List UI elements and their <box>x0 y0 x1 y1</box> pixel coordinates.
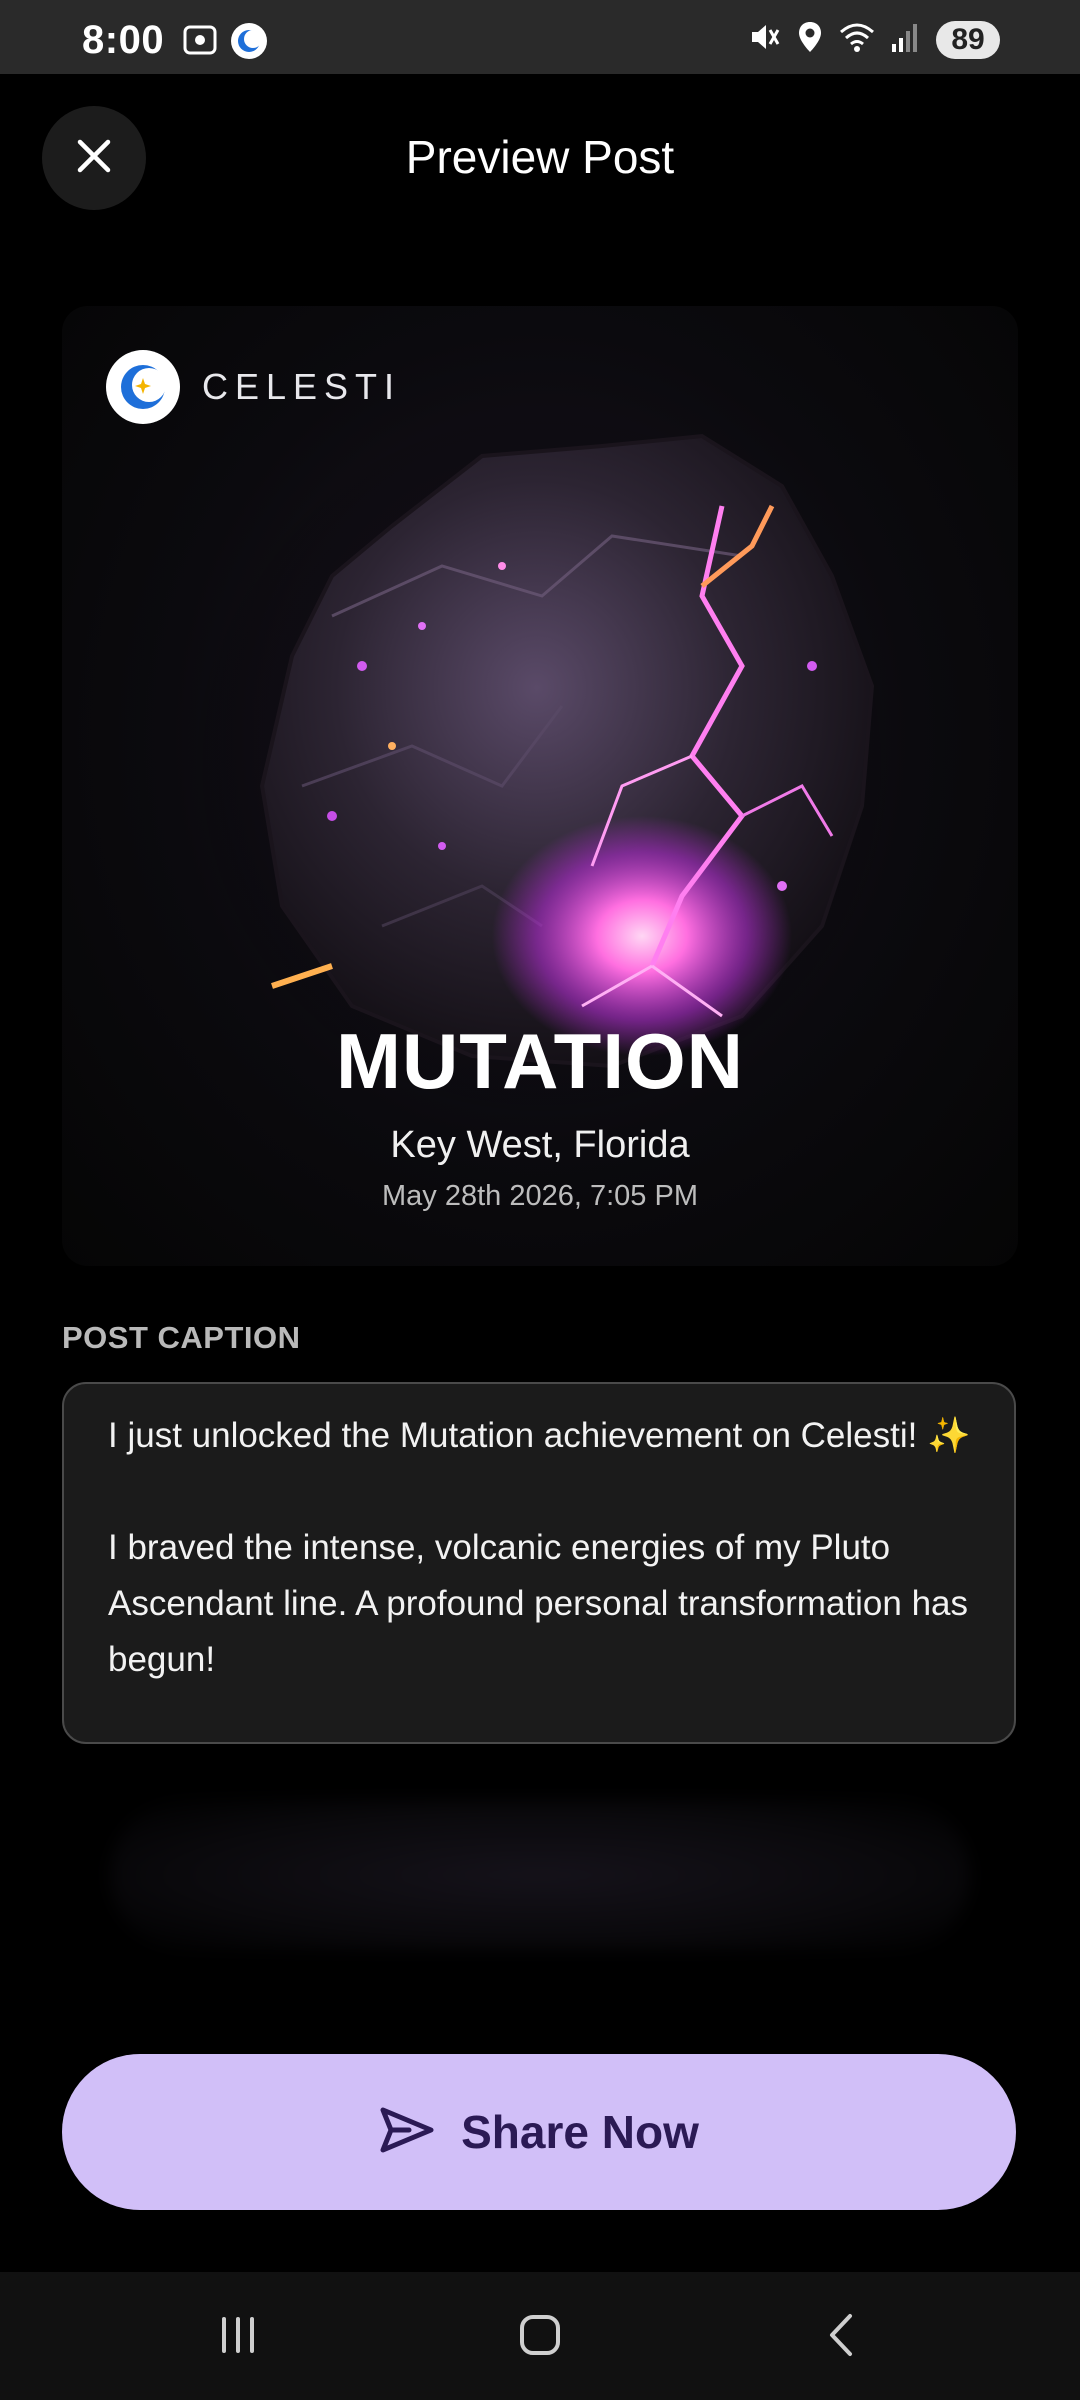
page-title: Preview Post <box>405 131 675 183</box>
screenshot-icon <box>182 22 218 65</box>
mute-icon <box>748 20 782 59</box>
system-nav-bar <box>0 2272 1080 2400</box>
recents-button[interactable] <box>208 2312 268 2362</box>
caption-input[interactable]: I just unlocked the Mutation achievement… <box>62 1382 1016 1744</box>
wifi-icon <box>838 20 876 59</box>
signal-icon <box>890 20 922 59</box>
achievement-location: Key West, Florida <box>390 1124 690 1166</box>
back-button[interactable] <box>812 2312 872 2362</box>
achievement-card: CELESTI MUTATION Key West, Florida May 2… <box>62 306 1018 1266</box>
back-icon <box>822 2312 862 2363</box>
send-icon <box>379 2106 435 2159</box>
caption-label: POST CAPTION <box>62 1320 301 1355</box>
achievement-date: May 28th 2026, 7:05 PM <box>382 1180 698 1212</box>
status-right-icons: 89 <box>748 20 1000 59</box>
recents-icon <box>216 2313 260 2362</box>
celesti-app-icon <box>230 22 268 65</box>
share-now-button[interactable]: Share Now <box>62 2054 1016 2210</box>
brand: CELESTI <box>106 350 401 424</box>
status-time: 8:00 <box>82 18 165 62</box>
screen: 8:00 89 Preview Post CELESTI MUTATION Ke… <box>0 0 1080 2400</box>
decorative-glow <box>110 1800 970 1950</box>
status-bar: 8:00 89 <box>0 0 1080 74</box>
battery-indicator: 89 <box>936 20 1000 59</box>
home-icon <box>517 2312 563 2363</box>
location-icon <box>796 20 824 59</box>
achievement-title: MUTATION <box>335 1017 745 1105</box>
home-button[interactable] <box>510 2312 570 2362</box>
celesti-logo-icon <box>106 350 180 424</box>
caption-text: I just unlocked the Mutation achievement… <box>108 1416 971 1679</box>
status-left-icons <box>182 22 268 65</box>
brand-name: CELESTI <box>202 366 402 407</box>
achievement-rock-image <box>182 406 902 1126</box>
share-now-label: Share Now <box>461 2106 699 2158</box>
